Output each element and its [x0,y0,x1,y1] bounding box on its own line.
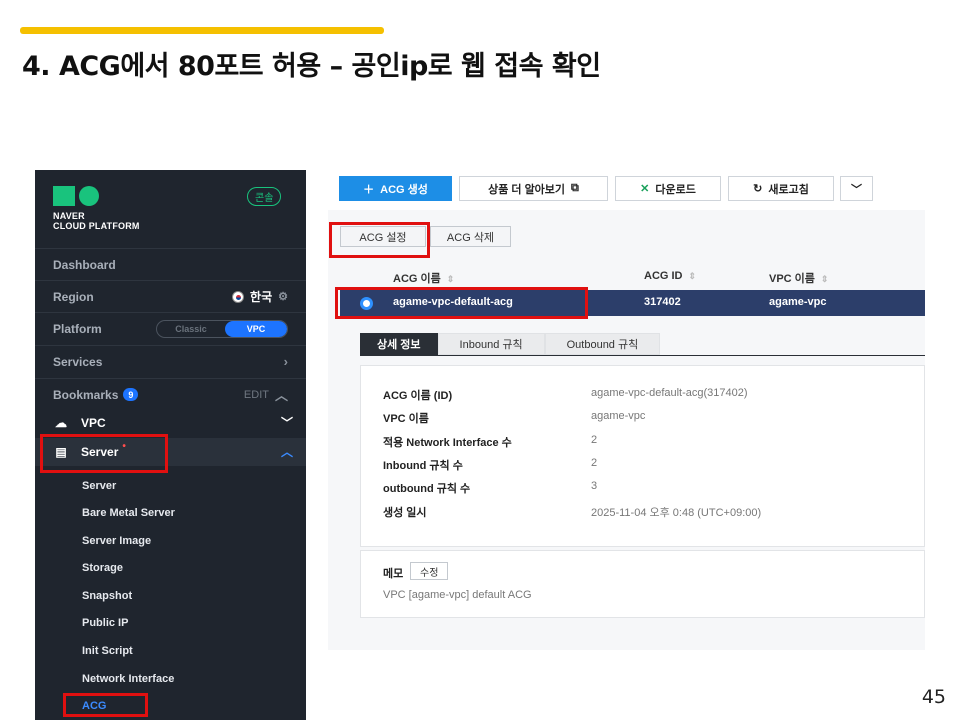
sidebar-subitem-storage[interactable]: Storage [82,562,123,574]
logo-line-1: NAVER [53,211,85,221]
detail-value-vpc-name: agame-vpc [591,410,646,422]
platform-vpc-option[interactable]: VPC [225,320,287,337]
highlight-selected-acg [335,287,588,319]
chevron-right-icon: › [283,354,288,369]
bookmarks-edit-button[interactable]: EDIT [244,389,269,401]
sidebar-subitem-network-interface[interactable]: Network Interface [82,673,174,685]
dashboard-label: Dashboard [53,257,116,272]
memo-panel [360,550,925,618]
vpc-cloud-icon: ☁ [55,415,67,430]
chevron-up-icon[interactable]: ︿ [275,385,288,404]
sidebar-subitem-public-ip[interactable]: Public IP [82,617,128,629]
detail-value-ni-count: 2 [591,434,598,446]
sidebar-item-platform: Platform Classic VPC [35,312,306,344]
console-badge[interactable]: 콘솔 [247,187,282,206]
highlight-acg-menu [63,693,148,717]
detail-label-vpc-name: VPC 이름 [383,413,429,425]
create-acg-label: ACG 생성 [380,183,428,196]
learn-more-label: 상품 더 알아보기 [488,183,566,196]
gear-icon[interactable]: ⚙ [278,290,288,303]
sidebar-item-region[interactable]: Region 한국 ⚙ [35,280,306,312]
sidebar-item-services[interactable]: Services › [35,345,306,377]
naver-cloud-logo[interactable]: NAVER CLOUD PLATFORM [53,186,140,231]
memo-text: VPC [agame-vpc] default ACG [383,589,532,601]
sidebar-subitem-server[interactable]: Server [82,480,116,492]
refresh-label: 새로고침 [768,183,809,196]
detail-label-inbound-count: Inbound 규칙 수 [383,460,463,472]
column-header-vpc-name[interactable]: VPC 이름 ⇕ [769,270,828,286]
memo-edit-button[interactable]: 수정 [410,562,449,580]
sidebar-item-vpc[interactable]: ☁ VPC ﹀ [53,414,293,431]
column-header-acg-name[interactable]: ACG 이름 ⇕ [393,270,454,286]
slide-title: 4. ACG에서 80포트 허용 – 공인ip로 웹 접속 확인 [22,51,601,82]
sidebar-item-bookmarks[interactable]: Bookmarks 9 EDIT ︿ [35,378,306,410]
vpc-label: VPC [81,415,106,430]
sort-icon: ⇕ [688,271,697,281]
sort-icon: ⇕ [820,274,829,284]
create-acg-button[interactable]: ＋ ACG 생성 [339,176,452,201]
sidebar-item-dashboard[interactable]: Dashboard [35,248,306,280]
memo-label: 메모 [383,568,404,580]
learn-more-button[interactable]: 상품 더 알아보기 ⧉ [459,176,608,201]
more-dropdown-button[interactable]: ﹀ [840,176,873,201]
column-header-acg-id[interactable]: ACG ID ⇕ [644,270,696,282]
sidebar-subitem-init-script[interactable]: Init Script [82,645,133,657]
detail-value-inbound-count: 2 [591,457,598,469]
korea-flag-icon [232,290,245,303]
platform-toggle[interactable]: Classic VPC [156,319,288,338]
row-vpc-name: agame-vpc [769,296,827,308]
chevron-up-icon: ︿ [280,445,293,459]
chevron-down-icon: ﹀ [851,183,862,196]
tab-details[interactable]: 상세 정보 [360,333,438,355]
title-accent-bar [20,27,384,34]
logo-line-2: CLOUD PLATFORM [53,221,140,231]
logo-mark-icon [53,186,103,206]
tab-outbound-rules[interactable]: Outbound 규칙 [544,333,661,355]
highlight-server-menu [40,434,168,473]
row-acg-id: 317402 [644,296,681,308]
detail-label-acg-name: ACG 이름 (ID) [383,390,453,402]
download-button[interactable]: ✕ 다운로드 [615,176,721,201]
highlight-acg-settings [329,222,430,258]
acg-delete-button[interactable]: ACG 삭제 [430,226,511,247]
page-number: 45 [921,686,946,708]
detail-label-outbound-count: outbound 규칙 수 [383,483,471,495]
detail-tabs: 상세 정보 Inbound 규칙 Outbound 규칙 [360,333,661,355]
refresh-icon: ↻ [753,183,763,195]
download-label: 다운로드 [655,183,696,196]
bookmarks-label: Bookmarks [53,387,119,402]
region-label: Region [53,289,94,304]
external-link-icon: ⧉ [571,182,579,194]
detail-label-ni-count: 적용 Network Interface 수 [383,437,512,449]
platform-classic-option[interactable]: Classic [157,321,225,337]
sidebar-subitem-server-image[interactable]: Server Image [82,535,151,547]
detail-value-created-at: 2025-11-04 오후 0:48 (UTC+09:00) [591,507,762,519]
plus-icon: ＋ [363,183,375,196]
detail-label-created-at: 생성 일시 [383,507,427,519]
detail-value-outbound-count: 3 [591,480,598,492]
platform-label: Platform [53,321,102,336]
detail-value-acg-name: agame-vpc-default-acg(317402) [591,387,748,399]
sort-icon: ⇕ [446,274,455,284]
excel-icon: ✕ [640,183,650,195]
refresh-button[interactable]: ↻ 새로고침 [728,176,834,201]
sidebar-subitem-bare-metal-server[interactable]: Bare Metal Server [82,507,175,519]
region-value: 한국 [250,290,273,304]
chevron-down-icon: ﹀ [280,416,293,430]
sidebar-subitem-snapshot[interactable]: Snapshot [82,590,132,602]
tab-inbound-rules[interactable]: Inbound 규칙 [437,333,545,355]
services-label: Services [53,354,103,369]
bookmarks-count-badge: 9 [123,388,139,401]
